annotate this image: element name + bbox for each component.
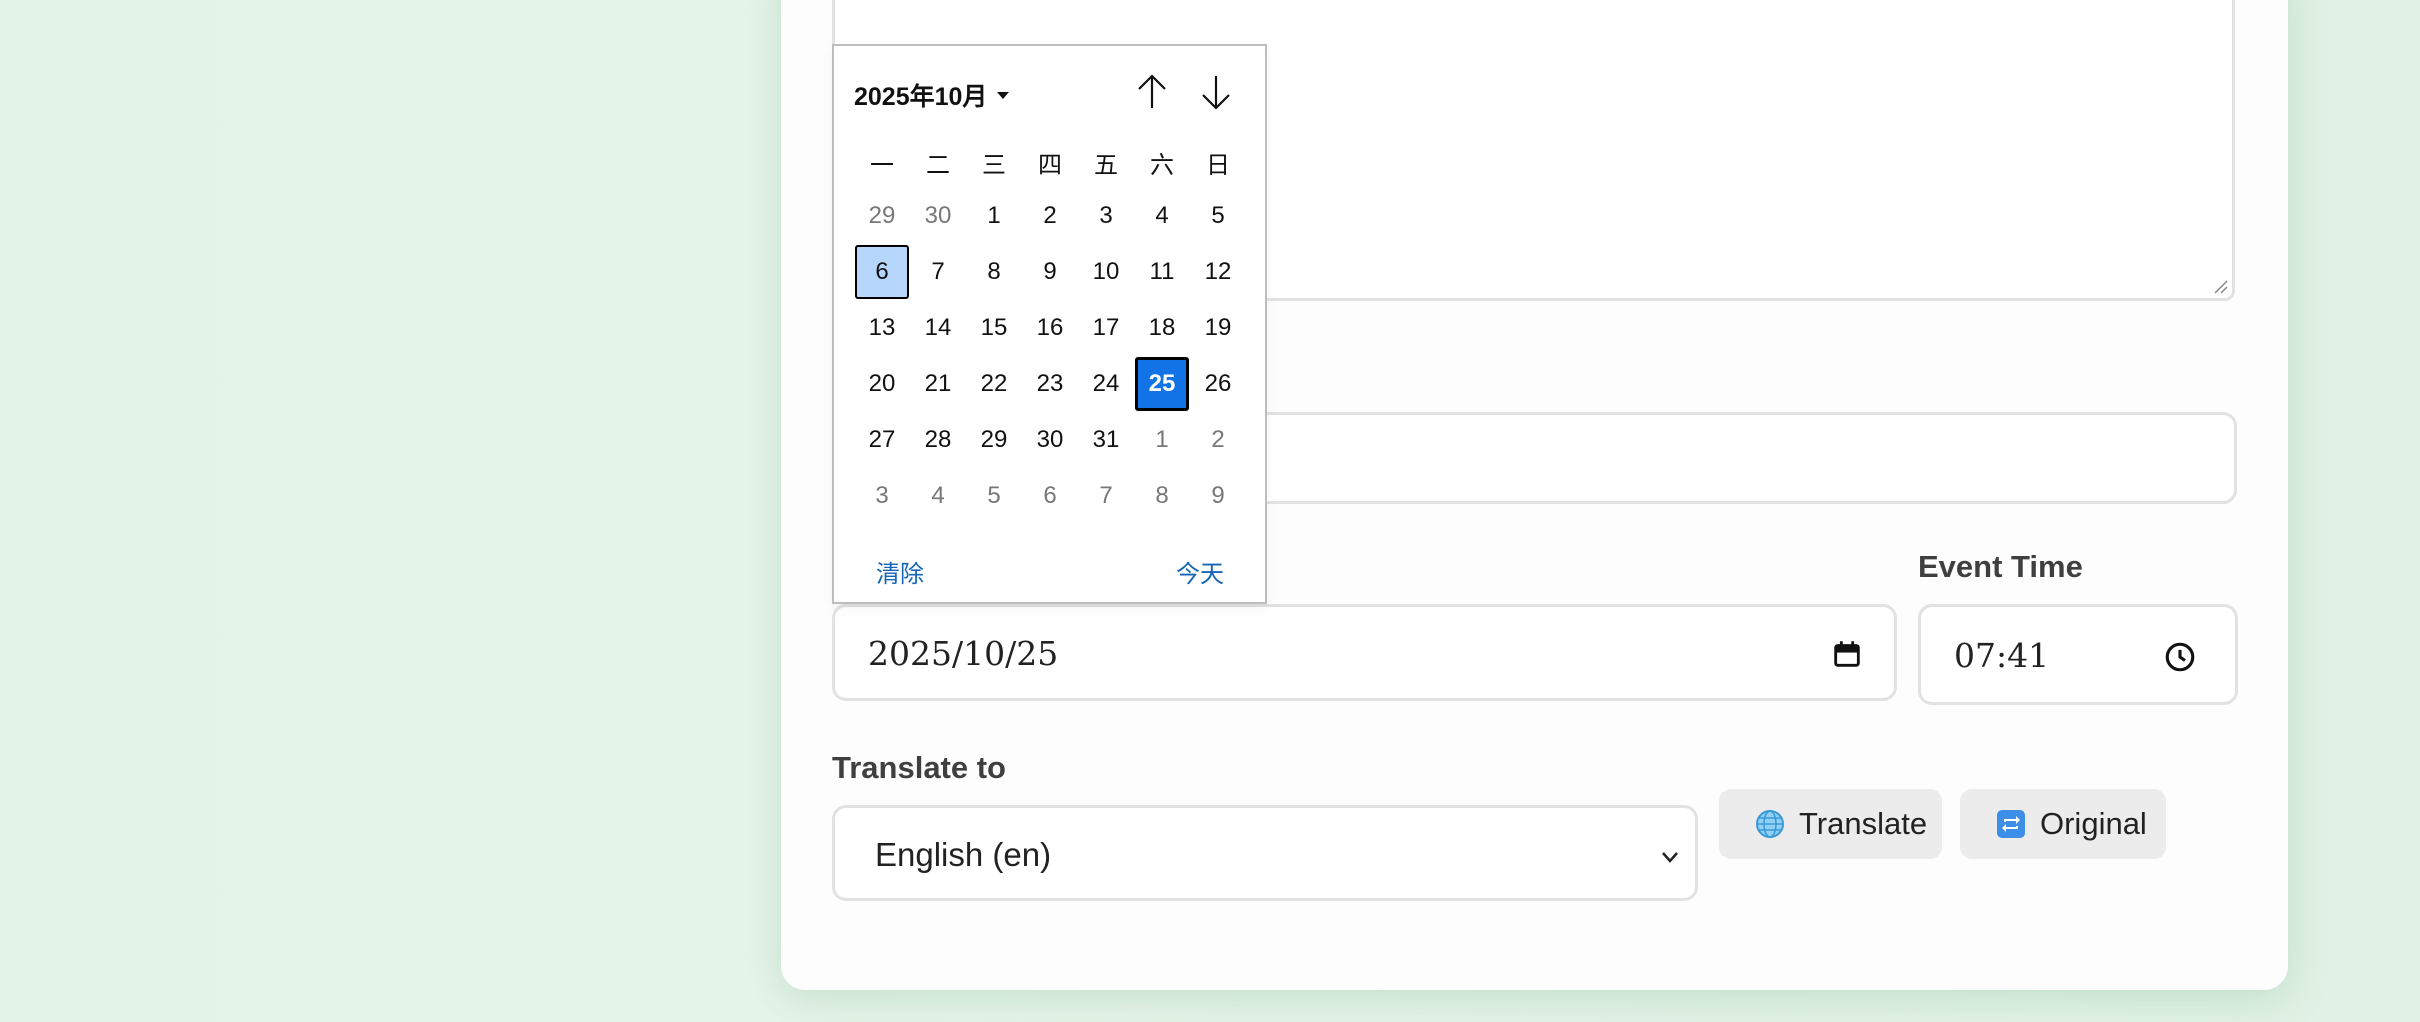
arrow-up-icon[interactable] [1132,70,1172,114]
calendar-day[interactable]: 13 [854,300,910,356]
calendar-day[interactable]: 22 [966,356,1022,412]
calendar-day[interactable]: 5 [1190,188,1246,244]
calendar-day-selected[interactable]: 25 [1135,357,1189,411]
weekday-label: 一 [870,151,894,179]
calendar-day[interactable]: 7 [1078,468,1134,524]
calendar-day[interactable]: 6 [1022,468,1078,524]
translate-button[interactable]: Translate [1719,789,1942,859]
calendar-week-row: 29 30 1 2 3 4 5 [854,188,1246,244]
date-picker-popup: 2025年10月 一二三四五六日 29 30 1 2 3 4 5 6 7 8 9 10 11 12 13 14… [832,44,1267,604]
calendar-day[interactable]: 7 [910,244,966,300]
event-time-input[interactable]: 07:41 [1918,604,2238,705]
calendar-week-row: 20 21 22 23 24 25 26 [854,356,1246,412]
event-date-value: 2025/10/25 [868,634,1059,673]
arrow-down-icon[interactable] [1196,70,1236,114]
calendar-day[interactable]: 9 [1190,468,1246,524]
calendar-day[interactable]: 8 [1134,468,1190,524]
calendar-day[interactable]: 27 [854,412,910,468]
repeat-icon [1997,810,2025,838]
weekday-label: 五 [1094,151,1118,179]
event-time-value: 07:41 [1954,636,2050,675]
calendar-day[interactable]: 1 [1134,412,1190,468]
calendar-day[interactable]: 30 [910,188,966,244]
calendar-day[interactable]: 1 [966,188,1022,244]
calendar-day[interactable]: 30 [1022,412,1078,468]
weekday-label: 三 [982,151,1006,179]
weekday-label: 日 [1206,151,1230,179]
language-select-value: English (en) [875,836,1052,873]
calendar-day[interactable]: 23 [1022,356,1078,412]
calendar-day[interactable]: 3 [1078,188,1134,244]
calendar-day[interactable]: 28 [910,412,966,468]
calendar-day[interactable]: 14 [910,300,966,356]
calendar-day[interactable]: 9 [1022,244,1078,300]
calendar-day[interactable]: 24 [1078,356,1134,412]
month-year-selector[interactable]: 2025年10月 [854,77,1011,113]
calendar-day[interactable]: 29 [966,412,1022,468]
calendar-day[interactable]: 31 [1078,412,1134,468]
chevron-down-icon [1662,852,1678,863]
calendar-day-today[interactable]: 6 [855,245,909,299]
weekday-label: 二 [926,151,950,179]
translate-to-label: Translate to [832,750,1006,785]
event-time-label: Event Time [1918,549,2083,584]
month-year-label: 2025年10月 [854,83,988,111]
calendar-day[interactable]: 4 [1134,188,1190,244]
globe-icon [1756,810,1784,838]
clock-icon[interactable] [2163,640,2197,674]
calendar-day[interactable]: 26 [1190,356,1246,412]
calendar-week-row: 6 7 8 9 10 11 12 [854,244,1246,300]
translate-button-label: Translate [1799,806,1928,841]
calendar-day[interactable]: 19 [1190,300,1246,356]
calendar-week-row: 13 14 15 16 17 18 19 [854,300,1246,356]
calendar-day[interactable]: 4 [910,468,966,524]
original-button-label: Original [2040,806,2147,841]
calendar-day[interactable]: 12 [1190,244,1246,300]
calendar-day[interactable]: 18 [1134,300,1190,356]
calendar-day[interactable]: 8 [966,244,1022,300]
language-select[interactable]: English (en) [832,805,1698,901]
calendar-day[interactable]: 16 [1022,300,1078,356]
calendar-day[interactable]: 15 [966,300,1022,356]
calendar-day[interactable]: 2 [1022,188,1078,244]
calendar-day[interactable]: 17 [1078,300,1134,356]
calendar-day[interactable]: 5 [966,468,1022,524]
calendar-day[interactable]: 3 [854,468,910,524]
calendar-day[interactable]: 11 [1134,244,1190,300]
resize-grip-icon[interactable] [2212,278,2228,294]
weekday-label: 六 [1150,151,1174,179]
calendar-day[interactable]: 20 [854,356,910,412]
clear-button[interactable]: 清除 [876,554,924,589]
calendar-week-row: 27 28 29 30 31 1 2 [854,412,1246,468]
weekday-label: 四 [1038,151,1062,179]
calendar-day[interactable]: 29 [854,188,910,244]
caret-down-icon [997,92,1010,99]
weekday-header: 一二三四五六日 [854,138,1246,186]
calendar-day[interactable]: 10 [1078,244,1134,300]
calendar-day[interactable]: 21 [910,356,966,412]
calendar-day[interactable]: 2 [1190,412,1246,468]
calendar-week-row: 3456789 [854,468,1246,524]
original-button[interactable]: Original [1960,789,2166,859]
today-button[interactable]: 今天 [1176,554,1224,589]
event-date-input[interactable]: 2025/10/25 [832,604,1897,701]
calendar-icon[interactable] [1830,637,1864,671]
